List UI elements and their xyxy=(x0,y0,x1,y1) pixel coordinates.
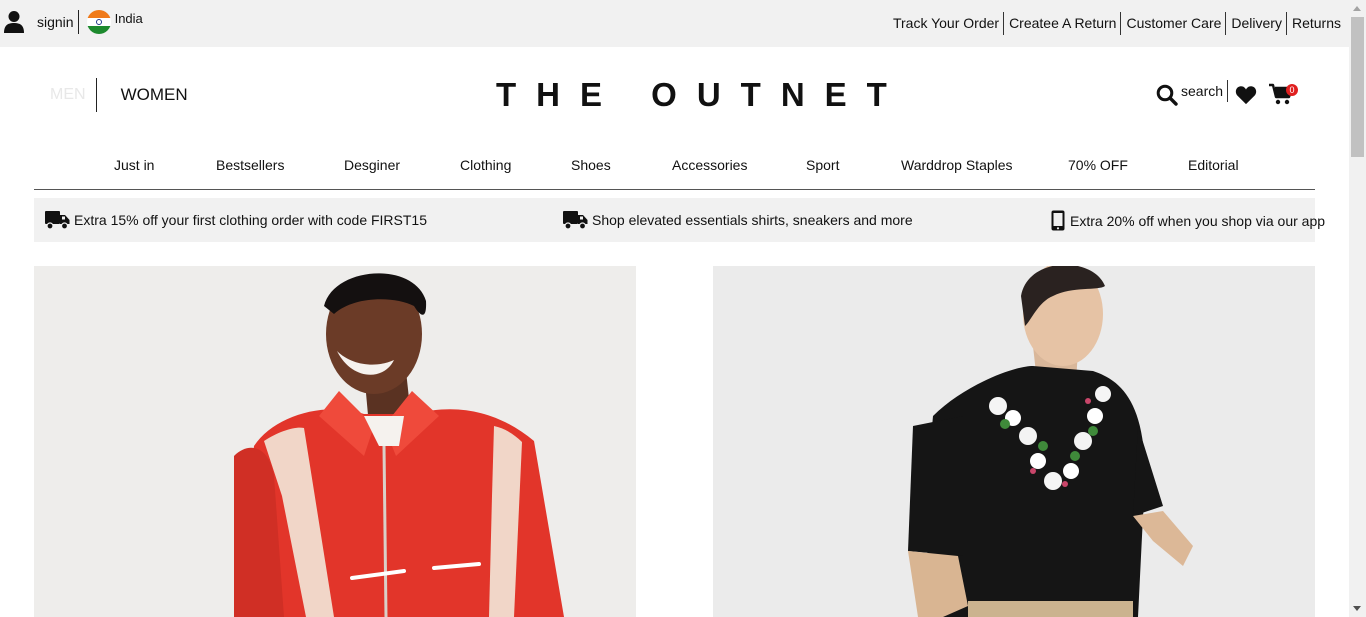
nav-item-wardrobe-staples[interactable]: Warddrop Staples xyxy=(901,157,1013,173)
nav-item-70-off[interactable]: 70% OFF xyxy=(1068,157,1128,173)
signin-link[interactable]: signin xyxy=(37,10,79,34)
cart-count-badge: 0 xyxy=(1286,84,1299,96)
customer-care-link[interactable]: Customer Care xyxy=(1120,12,1225,35)
nav-item-editorial[interactable]: Editorial xyxy=(1188,157,1239,173)
returns-link[interactable]: Returns xyxy=(1285,12,1345,35)
top-utility-bar: signin India Track Your Order Createe A … xyxy=(0,0,1349,47)
truck-icon xyxy=(563,211,588,230)
promo-bar: Extra 15% off your first clothing order … xyxy=(34,198,1325,242)
promo-text: Shop elevated essentials shirts, sneaker… xyxy=(592,212,913,228)
model-photo xyxy=(34,266,636,617)
india-flag-icon[interactable] xyxy=(86,10,111,34)
hero-image-floral-shirt[interactable] xyxy=(713,266,1315,617)
header-actions: search 0 xyxy=(1156,80,1299,110)
user-icon[interactable] xyxy=(4,10,24,34)
women-tab[interactable]: WOMEN xyxy=(121,78,188,112)
scroll-down-arrow-icon[interactable] xyxy=(1353,606,1361,611)
utility-links: Track Your Order Createe A Return Custom… xyxy=(888,12,1345,35)
promo-app[interactable]: Extra 20% off when you shop via our app xyxy=(1051,210,1325,231)
nav-item-accessories[interactable]: Accessories xyxy=(672,157,747,173)
hero-image-red-jacket[interactable] xyxy=(34,266,636,617)
men-tab[interactable]: MEN xyxy=(50,78,97,112)
promo-text: Extra 20% off when you shop via our app xyxy=(1070,212,1326,229)
category-nav: Just in Bestsellers Desginer Clothing Sh… xyxy=(34,150,1315,190)
gender-switch: MEN WOMEN xyxy=(50,78,188,112)
promo-essentials[interactable]: Shop elevated essentials shirts, sneaker… xyxy=(563,210,913,230)
nav-item-just-in[interactable]: Just in xyxy=(114,157,154,173)
scroll-thumb[interactable] xyxy=(1351,17,1364,157)
promo-first-order[interactable]: Extra 15% off your first clothing order … xyxy=(45,210,427,230)
site-logo[interactable]: THE OUTNET xyxy=(496,76,907,114)
country-selector[interactable]: India xyxy=(115,11,143,26)
phone-icon xyxy=(1051,210,1065,231)
track-order-link[interactable]: Track Your Order xyxy=(888,12,1003,35)
search-label[interactable]: search xyxy=(1181,80,1229,102)
nav-item-designer[interactable]: Desginer xyxy=(344,157,400,173)
model-photo xyxy=(713,266,1315,617)
create-return-link[interactable]: Createe A Return xyxy=(1003,12,1120,35)
page-scrollbar[interactable] xyxy=(1349,0,1366,617)
nav-item-shoes[interactable]: Shoes xyxy=(571,157,611,173)
account-region: signin India xyxy=(4,10,143,34)
scroll-up-arrow-icon[interactable] xyxy=(1353,6,1361,11)
truck-icon xyxy=(45,211,70,230)
heart-icon[interactable] xyxy=(1235,84,1257,106)
cart-button[interactable]: 0 xyxy=(1269,83,1299,110)
search-icon[interactable] xyxy=(1156,84,1178,106)
nav-item-sport[interactable]: Sport xyxy=(806,157,839,173)
promo-text: Extra 15% off your first clothing order … xyxy=(74,212,428,228)
nav-item-bestsellers[interactable]: Bestsellers xyxy=(216,157,284,173)
delivery-link[interactable]: Delivery xyxy=(1225,12,1286,35)
nav-item-clothing[interactable]: Clothing xyxy=(460,157,511,173)
